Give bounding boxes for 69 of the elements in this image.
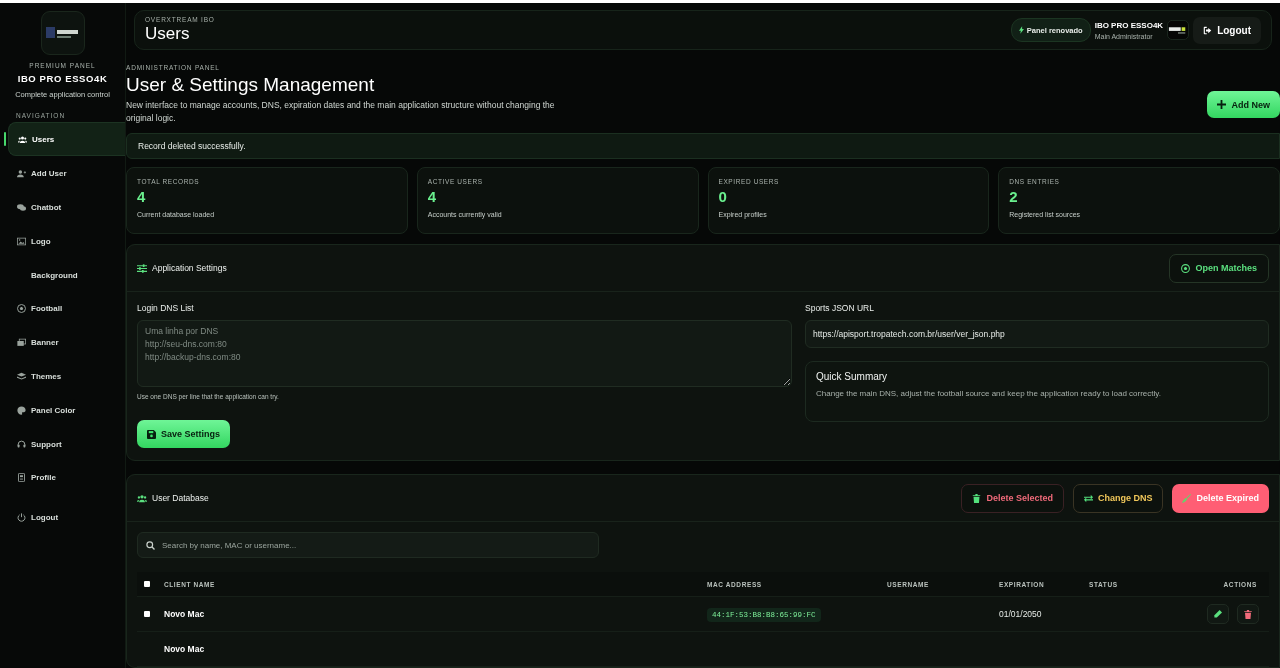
images-icon — [17, 338, 26, 348]
nav-item[interactable]: Panel Color — [8, 394, 125, 427]
search-icon — [146, 540, 155, 550]
open-matches-button[interactable]: Open Matches — [1169, 253, 1269, 283]
brand-name: IBO PRO ESSO4K — [17, 73, 108, 84]
swap-icon — [1083, 493, 1093, 503]
nav-item[interactable]: Themes — [8, 360, 125, 393]
logout-nav-item[interactable]: Logout — [8, 501, 125, 534]
add-new-button[interactable]: Add New — [1207, 91, 1280, 119]
client-name: Novo Mac — [164, 644, 206, 654]
panel-title: Application Settings — [152, 263, 227, 273]
toolbar-button[interactable]: Change DNS — [1072, 483, 1164, 513]
row-checkbox[interactable] — [144, 611, 150, 617]
plus-icon — [1217, 100, 1227, 110]
power-icon — [17, 513, 26, 523]
palette-icon — [17, 405, 26, 415]
field-label: Login DNS List — [137, 303, 195, 313]
field-label: Sports JSON URL — [805, 303, 875, 313]
stat-value: 0 — [718, 188, 728, 205]
nav-item[interactable]: Support — [8, 428, 125, 461]
user-name: IBO PRO ESSO4K — [1094, 20, 1164, 30]
floppy-icon — [147, 429, 156, 439]
summary-title: Quick Summary — [816, 371, 889, 382]
page-title: Users — [145, 24, 191, 45]
headset-icon — [17, 439, 26, 449]
success-alert: Record deleted successfully. — [126, 133, 1280, 159]
avatar-icon — [1167, 20, 1190, 41]
client-name: Novo Mac — [164, 609, 206, 619]
sports-url-field[interactable]: https://apisport.tropatech.com.br/user/ver_json.php — [805, 320, 1269, 348]
bolt-icon — [1018, 26, 1024, 35]
nav-item[interactable]: Logo — [8, 225, 125, 258]
pencil-icon — [1214, 610, 1222, 618]
trash-icon — [972, 493, 982, 503]
stat-value: 2 — [1009, 188, 1019, 205]
nav-item[interactable]: Background — [8, 259, 125, 292]
id-badge-icon — [17, 473, 26, 483]
save-settings-button[interactable]: Save Settings — [137, 420, 231, 448]
sliders-icon — [137, 263, 147, 273]
expiration-date: 01/01/2050 — [999, 609, 1042, 619]
nav-item[interactable]: Football — [8, 293, 125, 325]
users-icon — [137, 493, 147, 503]
trash-icon — [1244, 609, 1252, 619]
logout-button[interactable]: Logout — [1193, 16, 1261, 44]
stat-value: 4 — [427, 188, 438, 205]
summary-text: Change the main DNS, adjust the football source and keep the application ready to load correctly. — [816, 389, 1162, 398]
dns-list-field[interactable]: Uma linha por DNS http://seu-dns.com:80 http://backup-dns.com:80 — [137, 320, 792, 387]
nav-item[interactable]: Banner — [8, 326, 125, 359]
logo-icon — [40, 11, 85, 55]
edit-button[interactable] — [1207, 604, 1229, 624]
stat-value: 4 — [137, 188, 147, 205]
nav-item[interactable]: Profile — [8, 461, 125, 494]
nav-item[interactable]: Add User — [8, 157, 125, 190]
chat-icon — [17, 203, 26, 213]
toolbar-button[interactable]: Delete Selected — [961, 483, 1064, 513]
layers-icon — [17, 372, 26, 382]
section-description: New interface to manage accounts, DNS, expiration dates and the main application structure without changing the original logic. — [126, 99, 556, 126]
ball-icon — [1181, 263, 1191, 273]
delete-button[interactable] — [1237, 604, 1259, 624]
sign-out-icon — [1203, 25, 1213, 35]
search-field[interactable]: Search by name, MAC or username... — [137, 532, 599, 558]
section-title: User & Settings Management — [126, 74, 376, 97]
users-icon — [18, 134, 27, 144]
broom-icon — [1182, 493, 1192, 503]
select-all-checkbox[interactable] — [144, 581, 150, 587]
add-user-icon — [17, 169, 26, 179]
panel-title: User Database — [152, 493, 209, 503]
nav-item[interactable]: Chatbot — [8, 191, 125, 224]
image-icon — [17, 236, 26, 246]
ball-icon — [17, 304, 26, 314]
